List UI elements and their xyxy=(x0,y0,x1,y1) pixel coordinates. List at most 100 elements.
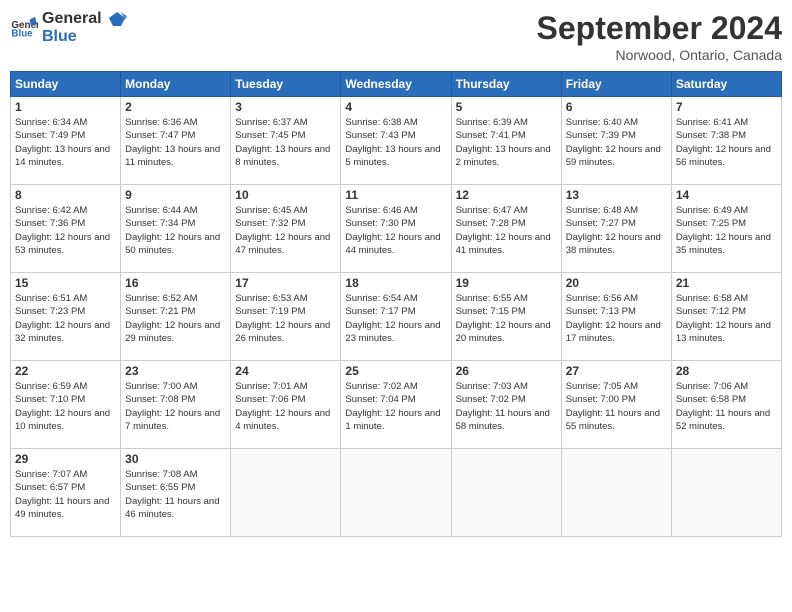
calendar-cell: 12 Sunrise: 6:47 AMSunset: 7:28 PMDayligh… xyxy=(451,185,561,273)
calendar-cell: 21 Sunrise: 6:58 AMSunset: 7:12 PMDayligh… xyxy=(671,273,781,361)
calendar-cell: 5Sunrise: 6:39 AMSunset: 7:41 PMDaylight… xyxy=(451,97,561,185)
day-number: 8 xyxy=(15,188,116,202)
calendar-cell: 15 Sunrise: 6:51 AMSunset: 7:23 PMDayligh… xyxy=(11,273,121,361)
day-number: 19 xyxy=(456,276,557,290)
day-number: 1 xyxy=(15,100,116,114)
day-info: Sunrise: 6:46 AMSunset: 7:30 PMDaylight:… xyxy=(345,204,446,257)
day-info: Sunrise: 6:48 AMSunset: 7:27 PMDaylight:… xyxy=(566,204,667,257)
day-number: 23 xyxy=(125,364,226,378)
day-number: 17 xyxy=(235,276,336,290)
day-info: Sunrise: 6:53 AMSunset: 7:19 PMDaylight:… xyxy=(235,292,336,345)
day-number: 15 xyxy=(15,276,116,290)
day-number: 27 xyxy=(566,364,667,378)
day-header-monday: Monday xyxy=(121,72,231,97)
day-number: 6 xyxy=(566,100,667,114)
calendar-cell: 10 Sunrise: 6:45 AMSunset: 7:32 PMDayligh… xyxy=(231,185,341,273)
day-number: 14 xyxy=(676,188,777,202)
day-info: Sunrise: 6:54 AMSunset: 7:17 PMDaylight:… xyxy=(345,292,446,345)
logo-bird-icon xyxy=(107,10,127,28)
day-number: 22 xyxy=(15,364,116,378)
calendar-cell: 27 Sunrise: 7:05 AMSunset: 7:00 PMDayligh… xyxy=(561,361,671,449)
calendar-week-3: 15 Sunrise: 6:51 AMSunset: 7:23 PMDayligh… xyxy=(11,273,782,361)
page-header: General Blue General Blue September 2024… xyxy=(10,10,782,63)
day-info: Sunrise: 6:44 AMSunset: 7:34 PMDaylight:… xyxy=(125,204,226,257)
calendar-week-4: 22 Sunrise: 6:59 AMSunset: 7:10 PMDayligh… xyxy=(11,361,782,449)
calendar-cell xyxy=(341,449,451,537)
day-number: 4 xyxy=(345,100,446,114)
day-number: 2 xyxy=(125,100,226,114)
calendar-cell: 9 Sunrise: 6:44 AMSunset: 7:34 PMDaylight… xyxy=(121,185,231,273)
calendar-cell: 4 Sunrise: 6:38 AMSunset: 7:43 PMDaylight… xyxy=(341,97,451,185)
logo-blue: Blue xyxy=(42,28,77,45)
day-info: Sunrise: 6:36 AMSunset: 7:47 PMDaylight:… xyxy=(125,116,226,169)
day-info: Sunrise: 6:56 AMSunset: 7:13 PMDaylight:… xyxy=(566,292,667,345)
calendar-cell xyxy=(561,449,671,537)
day-info: Sunrise: 7:08 AMSunset: 6:55 PMDaylight:… xyxy=(125,468,226,521)
day-header-thursday: Thursday xyxy=(451,72,561,97)
day-number: 3 xyxy=(235,100,336,114)
location: Norwood, Ontario, Canada xyxy=(537,47,782,63)
day-number: 26 xyxy=(456,364,557,378)
month-title: September 2024 xyxy=(537,10,782,47)
calendar-cell: 25 Sunrise: 7:02 AMSunset: 7:04 PMDayligh… xyxy=(341,361,451,449)
day-info: Sunrise: 6:55 AMSunset: 7:15 PMDaylight:… xyxy=(456,292,557,345)
svg-text:Blue: Blue xyxy=(11,28,33,39)
logo: General Blue General Blue xyxy=(10,10,128,46)
day-number: 11 xyxy=(345,188,446,202)
day-info: Sunrise: 6:40 AMSunset: 7:39 PMDaylight:… xyxy=(566,116,667,169)
day-number: 9 xyxy=(125,188,226,202)
day-number: 21 xyxy=(676,276,777,290)
calendar-cell: 7 Sunrise: 6:41 AMSunset: 7:38 PMDaylight… xyxy=(671,97,781,185)
day-number: 10 xyxy=(235,188,336,202)
day-info: Sunrise: 6:51 AMSunset: 7:23 PMDaylight:… xyxy=(15,292,116,345)
day-info: Sunrise: 7:00 AMSunset: 7:08 PMDaylight:… xyxy=(125,380,226,433)
day-info: Sunrise: 6:45 AMSunset: 7:32 PMDaylight:… xyxy=(235,204,336,257)
calendar-cell: 8Sunrise: 6:42 AMSunset: 7:36 PMDaylight… xyxy=(11,185,121,273)
day-number: 25 xyxy=(345,364,446,378)
calendar-cell: 2 Sunrise: 6:36 AMSunset: 7:47 PMDaylight… xyxy=(121,97,231,185)
day-number: 24 xyxy=(235,364,336,378)
day-number: 29 xyxy=(15,452,116,466)
title-area: September 2024 Norwood, Ontario, Canada xyxy=(537,10,782,63)
calendar-cell xyxy=(451,449,561,537)
calendar-cell: 19 Sunrise: 6:55 AMSunset: 7:15 PMDayligh… xyxy=(451,273,561,361)
calendar-cell: 1Sunrise: 6:34 AMSunset: 7:49 PMDaylight… xyxy=(11,97,121,185)
day-number: 28 xyxy=(676,364,777,378)
day-header-sunday: Sunday xyxy=(11,72,121,97)
day-info: Sunrise: 6:52 AMSunset: 7:21 PMDaylight:… xyxy=(125,292,226,345)
calendar-cell: 29Sunrise: 7:07 AMSunset: 6:57 PMDayligh… xyxy=(11,449,121,537)
day-number: 7 xyxy=(676,100,777,114)
day-info: Sunrise: 6:58 AMSunset: 7:12 PMDaylight:… xyxy=(676,292,777,345)
day-header-tuesday: Tuesday xyxy=(231,72,341,97)
day-info: Sunrise: 6:59 AMSunset: 7:10 PMDaylight:… xyxy=(15,380,116,433)
day-number: 20 xyxy=(566,276,667,290)
day-info: Sunrise: 6:47 AMSunset: 7:28 PMDaylight:… xyxy=(456,204,557,257)
day-header-wednesday: Wednesday xyxy=(341,72,451,97)
logo-general: General xyxy=(42,10,102,27)
calendar-cell: 16Sunrise: 6:52 AMSunset: 7:21 PMDayligh… xyxy=(121,273,231,361)
logo-icon: General Blue xyxy=(10,14,38,42)
calendar-cell: 28 Sunrise: 7:06 AMSunset: 6:58 PMDayligh… xyxy=(671,361,781,449)
calendar-cell: 30Sunrise: 7:08 AMSunset: 6:55 PMDayligh… xyxy=(121,449,231,537)
day-info: Sunrise: 7:06 AMSunset: 6:58 PMDaylight:… xyxy=(676,380,777,433)
day-info: Sunrise: 6:41 AMSunset: 7:38 PMDaylight:… xyxy=(676,116,777,169)
day-number: 12 xyxy=(456,188,557,202)
calendar-table: SundayMondayTuesdayWednesdayThursdayFrid… xyxy=(10,71,782,537)
calendar-cell: 18 Sunrise: 6:54 AMSunset: 7:17 PMDayligh… xyxy=(341,273,451,361)
calendar-cell: 23 Sunrise: 7:00 AMSunset: 7:08 PMDayligh… xyxy=(121,361,231,449)
day-info: Sunrise: 7:03 AMSunset: 7:02 PMDaylight:… xyxy=(456,380,557,433)
day-header-saturday: Saturday xyxy=(671,72,781,97)
calendar-week-1: 1Sunrise: 6:34 AMSunset: 7:49 PMDaylight… xyxy=(11,97,782,185)
day-info: Sunrise: 6:38 AMSunset: 7:43 PMDaylight:… xyxy=(345,116,446,169)
calendar-cell xyxy=(671,449,781,537)
calendar-cell: 3 Sunrise: 6:37 AMSunset: 7:45 PMDaylight… xyxy=(231,97,341,185)
day-header-friday: Friday xyxy=(561,72,671,97)
day-info: Sunrise: 6:37 AMSunset: 7:45 PMDaylight:… xyxy=(235,116,336,169)
calendar-cell: 20 Sunrise: 6:56 AMSunset: 7:13 PMDayligh… xyxy=(561,273,671,361)
day-info: Sunrise: 7:05 AMSunset: 7:00 PMDaylight:… xyxy=(566,380,667,433)
day-number: 18 xyxy=(345,276,446,290)
calendar-header-row: SundayMondayTuesdayWednesdayThursdayFrid… xyxy=(11,72,782,97)
day-info: Sunrise: 7:02 AMSunset: 7:04 PMDaylight:… xyxy=(345,380,446,433)
day-info: Sunrise: 6:39 AMSunset: 7:41 PMDaylight:… xyxy=(456,116,557,169)
calendar-week-5: 29Sunrise: 7:07 AMSunset: 6:57 PMDayligh… xyxy=(11,449,782,537)
